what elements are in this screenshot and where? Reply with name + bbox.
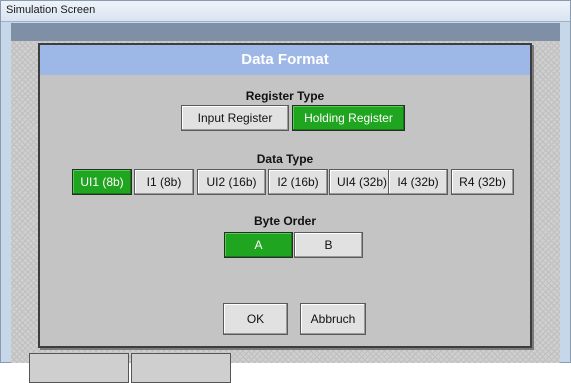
holding-register-button[interactable]: Holding Register	[292, 105, 405, 131]
data-type-i1-8b-button[interactable]: I1 (8b)	[134, 169, 194, 195]
cancel-button[interactable]: Abbruch	[300, 303, 366, 335]
data-type-ui1-8b-button[interactable]: UI1 (8b)	[72, 169, 132, 195]
ok-button[interactable]: OK	[223, 303, 288, 335]
simulation-window: Simulation Screen Data Format Register T…	[0, 0, 571, 383]
data-type-ui4-32b-button[interactable]: UI4 (32b)	[329, 169, 395, 195]
data-format-dialog: Data Format Register Type Input Register…	[38, 43, 532, 348]
register-type-label: Register Type	[245, 89, 325, 103]
byte-order-a-button[interactable]: A	[224, 232, 293, 258]
input-register-button[interactable]: Input Register	[181, 105, 289, 131]
window-titlebar: Simulation Screen	[1, 1, 570, 22]
data-type-label: Data Type	[256, 152, 314, 166]
data-type-i4-32b-button[interactable]: I4 (32b)	[388, 169, 448, 195]
data-type-ui2-16b-button[interactable]: UI2 (16b)	[197, 169, 266, 195]
background-button-middle	[131, 353, 231, 383]
background-header-strip	[11, 23, 560, 41]
byte-order-label: Byte Order	[253, 214, 317, 228]
byte-order-b-button[interactable]: B	[294, 232, 363, 258]
dialog-title: Data Format	[40, 45, 530, 75]
window-title: Simulation Screen	[6, 4, 96, 16]
background-button-left	[29, 353, 129, 383]
data-type-i2-16b-button[interactable]: I2 (16b)	[268, 169, 328, 195]
data-type-r4-32b-button[interactable]: R4 (32b)	[451, 169, 514, 195]
